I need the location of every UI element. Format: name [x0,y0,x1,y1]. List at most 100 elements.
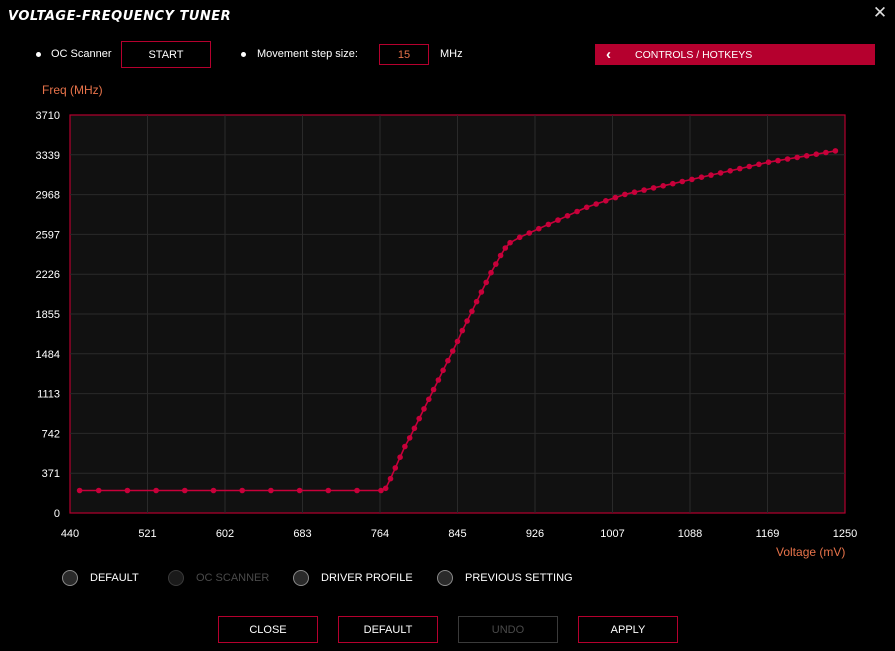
curve-point[interactable] [603,198,609,204]
curve-point[interactable] [794,154,800,161]
curve-point[interactable] [765,159,772,165]
x-tick-label: 683 [293,528,311,540]
curve-point[interactable] [210,487,217,494]
curve-point[interactable] [124,487,131,494]
curve-point[interactable] [583,204,590,211]
curve-point[interactable] [392,465,399,471]
curve-point[interactable] [832,148,839,154]
curve-point[interactable] [435,377,442,383]
curve-point[interactable] [536,225,542,232]
curve-point[interactable] [430,386,437,393]
close-button[interactable]: CLOSE [218,616,318,643]
y-tick-label: 3710 [36,110,60,122]
radio-default-circle[interactable] [62,570,78,586]
curve-point[interactable] [727,168,733,174]
x-tick-label: 1088 [678,528,702,540]
curve-point[interactable] [440,367,446,374]
curve-point[interactable] [478,289,485,295]
curve-point[interactable] [516,234,523,241]
curve-point[interactable] [622,191,628,198]
curve-point[interactable] [756,161,762,168]
curve-point[interactable] [526,230,533,236]
curve-point[interactable] [737,165,743,172]
curve-point[interactable] [493,261,499,267]
curve-point[interactable] [268,487,274,494]
default-button[interactable]: DEFAULT [338,616,438,643]
radio-oc-scanner-label: OC SCANNER [196,572,270,584]
curve-point[interactable] [426,396,432,403]
curve-point[interactable] [775,157,781,164]
curve-point[interactable] [416,415,423,422]
curve-point[interactable] [784,156,791,162]
curve-point[interactable] [555,217,561,223]
curve-point[interactable] [459,327,466,334]
x-tick-label: 764 [371,528,389,540]
curve-point[interactable] [449,348,456,354]
curve-point[interactable] [325,487,332,494]
curve-point[interactable] [803,153,810,159]
y-tick-label: 0 [54,508,60,520]
curve-point[interactable] [182,487,188,494]
curve-point[interactable] [296,487,303,494]
curve-point[interactable] [483,279,490,286]
curve-point[interactable] [502,245,509,251]
x-tick-label: 521 [138,528,156,540]
curve-point[interactable] [545,221,552,228]
radio-driver-profile-label: DRIVER PROFILE [321,572,413,584]
x-tick-label: 1007 [600,528,624,540]
curve-point[interactable] [660,183,666,189]
radio-previous-setting-circle[interactable] [437,570,453,586]
curve-point[interactable] [95,487,102,494]
y-tick-label: 1855 [36,309,60,321]
y-tick-label: 2597 [36,229,60,241]
curve-point[interactable] [411,425,418,432]
vf-curve-chart[interactable]: 037174211131484185522262597296833393710 … [0,0,895,560]
curve-point[interactable] [497,252,504,259]
curve-point[interactable] [670,180,676,187]
curve-point[interactable] [445,357,451,364]
curve-point[interactable] [239,487,245,494]
curve-point[interactable] [612,194,619,201]
x-tick-label: 926 [526,528,544,540]
curve-point[interactable] [387,475,394,482]
curve-point[interactable] [354,487,360,494]
curve-point[interactable] [488,269,494,276]
curve-point[interactable] [454,338,461,345]
curve-point[interactable] [564,213,571,219]
apply-button[interactable]: APPLY [578,616,678,643]
radio-default-label: DEFAULT [90,572,139,584]
curve-point[interactable] [717,170,724,176]
y-tick-label: 2226 [36,269,60,281]
x-tick-label: 440 [61,528,79,540]
radio-oc-scanner-circle [168,570,184,586]
radio-driver-profile-circle[interactable] [293,570,309,586]
curve-point[interactable] [402,443,408,450]
curve-point[interactable] [631,189,638,195]
curve-point[interactable] [650,185,657,191]
curve-point[interactable] [473,298,480,305]
curve-point[interactable] [641,187,647,193]
curve-point[interactable] [813,151,820,157]
curve-point[interactable] [689,176,695,183]
curve-point[interactable] [574,208,580,215]
curve-point[interactable] [746,163,753,170]
y-tick-labels: 0 371 742 1113 1484 1855 2226 2597 2968 3339 3710 [36,110,60,520]
x-tick-label: 1169 [756,528,780,540]
curve-point[interactable] [708,172,714,178]
curve-point[interactable] [679,178,686,185]
curve-point[interactable] [153,487,159,494]
undo-button: UNDO [458,616,558,643]
curve-point[interactable] [469,308,475,315]
curve-point[interactable] [421,406,427,412]
y-tick-label: 2968 [36,190,60,202]
curve-point[interactable] [698,174,705,180]
curve-point[interactable] [382,485,389,492]
curve-point[interactable] [397,454,403,461]
curve-point[interactable] [507,239,513,246]
y-tick-label: 1484 [36,349,60,361]
curve-point[interactable] [76,487,83,494]
curve-point[interactable] [593,201,599,207]
curve-point[interactable] [406,435,413,441]
curve-point[interactable] [464,318,470,324]
curve-point[interactable] [823,149,829,156]
